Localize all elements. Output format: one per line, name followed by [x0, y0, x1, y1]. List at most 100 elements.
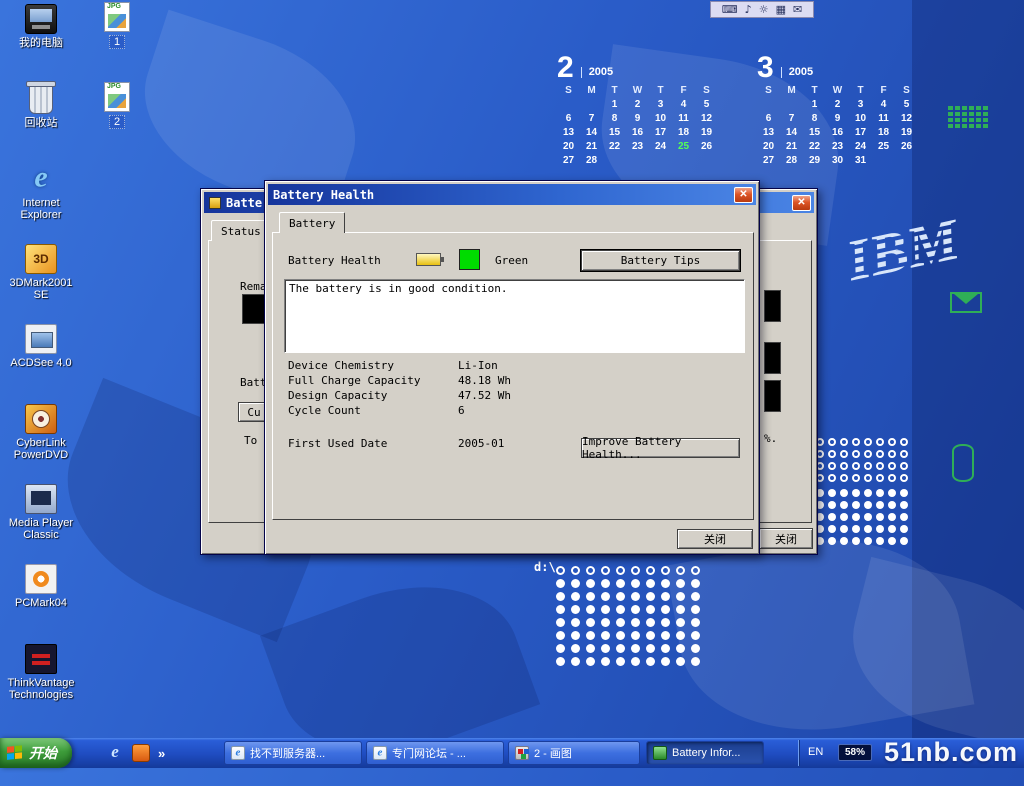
calendar-day: 7 [780, 113, 803, 127]
decor-pixel [955, 124, 960, 128]
desktop-icon-thinkvantage[interactable]: ThinkVantage Technologies [2, 644, 80, 724]
dialog-titlebar[interactable]: Battery Health ✕ [268, 184, 756, 205]
decor-dot [691, 579, 700, 588]
taskbar-task-3[interactable]: Battery Infor... [646, 741, 764, 765]
battery-field-row: Full Charge Capacity 48.18 Wh [288, 374, 738, 389]
file-icon-2[interactable]: JPG 2 [94, 82, 140, 162]
battery-field-row: Cycle Count 6 [288, 404, 738, 419]
calendar-day: 9 [826, 113, 849, 127]
decor-pixel [955, 118, 960, 122]
calendar-day: 10 [849, 113, 872, 127]
calendar-day: 27 [557, 155, 580, 169]
decor-pixel [976, 106, 981, 110]
battery-tray-indicator[interactable]: 58% [838, 744, 872, 761]
decor-dot [586, 618, 595, 627]
calendar-dow: W [826, 85, 849, 99]
calendar-day: 30 [826, 155, 849, 169]
desktop-icon-pcmark[interactable]: PCMark04 [2, 564, 80, 644]
language-indicator[interactable]: EN [808, 746, 823, 758]
decor-dot [571, 631, 580, 640]
health-status-text: Green [495, 254, 528, 267]
dots-pattern [816, 489, 908, 545]
calendar-day: 3 [649, 99, 672, 113]
tray-toolbar-icon-4[interactable]: ✉ [793, 2, 802, 17]
decor-dot [864, 450, 872, 458]
ie-quicklaunch-icon[interactable] [106, 744, 124, 762]
chevron-icon[interactable]: » [158, 746, 165, 761]
first-used-label: First Used Date [288, 437, 387, 450]
taskbar-task-2[interactable]: 2 - 画图 [508, 741, 640, 765]
desktop-icon-label: ThinkVantage Technologies [2, 677, 80, 701]
desktop-icon-recycle-bin[interactable]: 回收站 [2, 84, 80, 164]
decor-dot [852, 474, 860, 482]
calendar-day: 18 [872, 127, 895, 141]
decor-dot [840, 438, 848, 446]
decor-pixel [962, 112, 967, 116]
calendar-month-number: 2 [557, 55, 574, 80]
calendar-grid: SMTWTFS123456789101112131415161718192021… [757, 85, 918, 169]
calendar-day: 3 [849, 99, 872, 113]
decor-dot [828, 450, 836, 458]
tray-mini-toolbar[interactable]: ⌨ ♪ ☼ ▦ ✉ [710, 1, 814, 18]
decor-dot [691, 605, 700, 614]
calendar-day: 14 [780, 127, 803, 141]
decor-dot [876, 501, 884, 509]
decor-dot [900, 513, 908, 521]
close-button[interactable]: ✕ [734, 187, 753, 203]
tab-battery[interactable]: Battery [279, 212, 345, 233]
battery-icon [653, 746, 667, 760]
desktop-icon-mpc[interactable]: Media Player Classic [2, 484, 80, 564]
dialog-close-button[interactable]: 关闭 [677, 529, 753, 549]
decor-dot [631, 592, 640, 601]
field-value: Li-Ion [458, 359, 738, 374]
desktop-icon-acdsee[interactable]: ACDSee 4.0 [2, 324, 80, 404]
decor-pixel [969, 112, 974, 116]
decor-dot [840, 450, 848, 458]
battery-tips-button[interactable]: Battery Tips [581, 250, 740, 271]
percent-fragment: %. [764, 432, 777, 445]
desktop-icon-ie[interactable]: Internet Explorer [2, 164, 80, 244]
calendar-day: 6 [557, 113, 580, 127]
decor-dot [864, 513, 872, 521]
taskbar-task-1[interactable]: 专门网论坛 - ... [366, 741, 504, 765]
decor-dot [876, 450, 884, 458]
bg-close-button[interactable]: 关闭 [759, 528, 813, 549]
decor-dot [888, 489, 896, 497]
taskbar: 开始 » EN 58% 找不到服务器... 专门网论坛 - ... 2 - 画图… [0, 738, 1024, 768]
desktop-icon-3dmark[interactable]: 3DMark2001 SE [2, 244, 80, 324]
file-icon-1[interactable]: JPG 1 [94, 2, 140, 82]
desktop-icon-powerdvd[interactable]: CyberLink PowerDVD [2, 404, 80, 484]
desktop-icon-column: 我的电脑 回收站 Internet Explorer 3DMark2001 SE… [2, 4, 80, 724]
dots-pattern [816, 438, 908, 482]
decor-pixel [983, 124, 988, 128]
decor-dot [571, 579, 580, 588]
close-button[interactable]: ✕ [792, 195, 811, 211]
my-computer-icon [25, 4, 57, 34]
file-label: 1 [109, 35, 125, 49]
decor-dot [586, 631, 595, 640]
start-button[interactable]: 开始 [0, 738, 72, 768]
tray-toolbar-icon-1[interactable]: ♪ [745, 2, 752, 17]
calendar-february: 2 2005SMTWTFS123456789101112131415161718… [557, 55, 718, 169]
tray-toolbar-icon-2[interactable]: ☼ [759, 2, 769, 17]
task-label: Battery Infor... [672, 747, 740, 759]
desktop-icon-my-computer[interactable]: 我的电脑 [2, 4, 80, 84]
decor-dot [571, 566, 580, 575]
decor-dot [601, 592, 610, 601]
tab-status[interactable]: Status [211, 220, 271, 241]
ie-icon [25, 164, 57, 194]
ie-page-icon [231, 746, 245, 760]
taskbar-task-0[interactable]: 找不到服务器... [224, 741, 362, 765]
decor-dot [828, 438, 836, 446]
decor-dot [691, 657, 700, 666]
tray-toolbar-icon-0[interactable]: ⌨ [722, 2, 738, 17]
decor-dot [840, 513, 848, 521]
battery-app-icon [209, 197, 221, 209]
tray-toolbar-icon-3[interactable]: ▦ [776, 2, 786, 17]
recycle-bin-icon [29, 84, 53, 114]
decor-dot [888, 450, 896, 458]
decor-dot [676, 657, 685, 666]
media-quicklaunch-icon[interactable] [132, 744, 150, 762]
improve-battery-health-button[interactable]: Improve Battery Health... [581, 438, 740, 458]
calendar-day: 19 [895, 127, 918, 141]
